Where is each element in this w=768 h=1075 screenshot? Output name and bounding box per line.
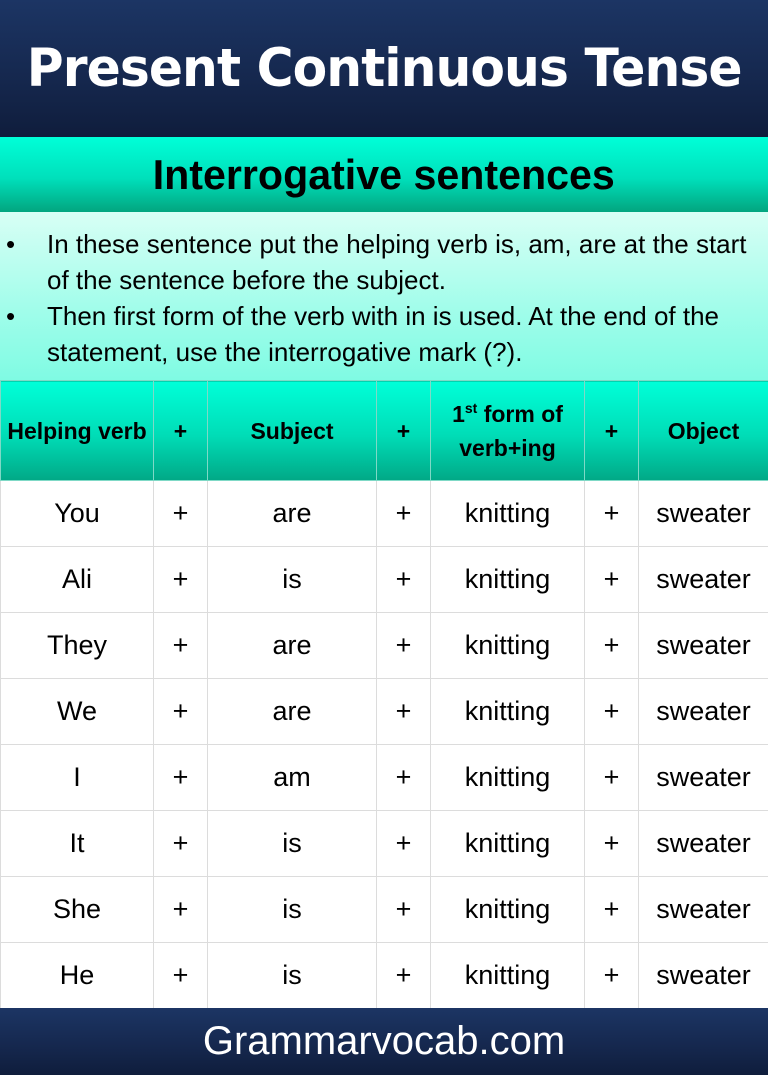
cell-subject: Ali (0, 546, 154, 613)
header-subject: Subject (207, 380, 377, 481)
cell-subject: I (0, 744, 154, 811)
title-banner: Present Continuous Tense (0, 0, 768, 137)
cell-helping-verb: is (207, 942, 377, 1009)
cell-helping-verb: am (207, 744, 377, 811)
rule-text: In these sentence put the helping verb i… (47, 229, 747, 295)
table-row: You + are + knitting + sweater (0, 480, 768, 547)
bullet-icon: • (6, 301, 16, 331)
cell-plus: + (584, 546, 639, 613)
cell-plus: + (376, 546, 431, 613)
table-row: Ali + is + knitting + sweater (0, 546, 768, 613)
cell-plus: + (153, 678, 208, 745)
cell-plus: + (153, 810, 208, 877)
cell-verb-ing: knitting (430, 942, 585, 1009)
page-title: Present Continuous Tense (26, 38, 743, 99)
cell-object: sweater (638, 876, 768, 943)
cell-object: sweater (638, 480, 768, 547)
cell-object: sweater (638, 744, 768, 811)
cell-object: sweater (638, 810, 768, 877)
cell-subject: We (0, 678, 154, 745)
cell-plus: + (153, 480, 208, 547)
header-verb-form: 1st form of verb+ing (430, 380, 585, 481)
subtitle-banner: Interrogative sentences (0, 137, 768, 212)
header-helping-verb: Helping verb (0, 380, 154, 481)
cell-plus: + (584, 612, 639, 679)
header-plus: + (376, 380, 431, 481)
cell-helping-verb: are (207, 678, 377, 745)
rule-item: • In these sentence put the helping verb… (0, 226, 768, 298)
cell-plus: + (153, 612, 208, 679)
footer-banner: Grammarvocab.com (0, 1008, 768, 1075)
cell-subject: It (0, 810, 154, 877)
structure-table: Helping verb + Subject + 1st form of ver… (0, 380, 768, 1009)
cell-verb-ing: knitting (430, 810, 585, 877)
cell-verb-ing: knitting (430, 744, 585, 811)
bullet-icon: • (6, 229, 16, 259)
table-row: It + is + knitting + sweater (0, 810, 768, 877)
table-row: She + is + knitting + sweater (0, 876, 768, 943)
cell-subject: You (0, 480, 154, 547)
cell-plus: + (376, 942, 431, 1009)
cell-verb-ing: knitting (430, 546, 585, 613)
header-plus: + (153, 380, 208, 481)
cell-verb-ing: knitting (430, 480, 585, 547)
cell-plus: + (376, 612, 431, 679)
table-row: He + is + knitting + sweater (0, 942, 768, 1009)
cell-plus: + (153, 744, 208, 811)
cell-plus: + (584, 942, 639, 1009)
cell-subject: She (0, 876, 154, 943)
cell-subject: They (0, 612, 154, 679)
table-row: We + are + knitting + sweater (0, 678, 768, 745)
table-row: They + are + knitting + sweater (0, 612, 768, 679)
cell-plus: + (584, 480, 639, 547)
table-row: I + am + knitting + sweater (0, 744, 768, 811)
cell-helping-verb: is (207, 810, 377, 877)
cell-object: sweater (638, 612, 768, 679)
cell-object: sweater (638, 942, 768, 1009)
cell-plus: + (584, 744, 639, 811)
cell-subject: He (0, 942, 154, 1009)
cell-helping-verb: are (207, 480, 377, 547)
cell-plus: + (153, 546, 208, 613)
cell-plus: + (584, 810, 639, 877)
rule-item: • Then first form of the verb with in is… (0, 298, 768, 370)
cell-verb-ing: knitting (430, 876, 585, 943)
cell-object: sweater (638, 546, 768, 613)
table-header-row: Helping verb + Subject + 1st form of ver… (0, 380, 768, 481)
cell-helping-verb: is (207, 546, 377, 613)
cell-plus: + (376, 480, 431, 547)
site-name: Grammarvocab.com (202, 1019, 566, 1063)
cell-plus: + (376, 678, 431, 745)
cell-plus: + (153, 876, 208, 943)
header-plus: + (584, 380, 639, 481)
rules-list: • In these sentence put the helping verb… (0, 212, 768, 381)
cell-verb-ing: knitting (430, 678, 585, 745)
cell-verb-ing: knitting (430, 612, 585, 679)
rule-text: Then first form of the verb with in is u… (47, 301, 720, 367)
cell-plus: + (584, 876, 639, 943)
header-object: Object (638, 380, 768, 481)
cell-object: sweater (638, 678, 768, 745)
cell-helping-verb: is (207, 876, 377, 943)
cell-plus: + (153, 942, 208, 1009)
cell-helping-verb: are (207, 612, 377, 679)
section-title: Interrogative sentences (152, 150, 616, 198)
cell-plus: + (376, 810, 431, 877)
cell-plus: + (376, 876, 431, 943)
cell-plus: + (376, 744, 431, 811)
cell-plus: + (584, 678, 639, 745)
